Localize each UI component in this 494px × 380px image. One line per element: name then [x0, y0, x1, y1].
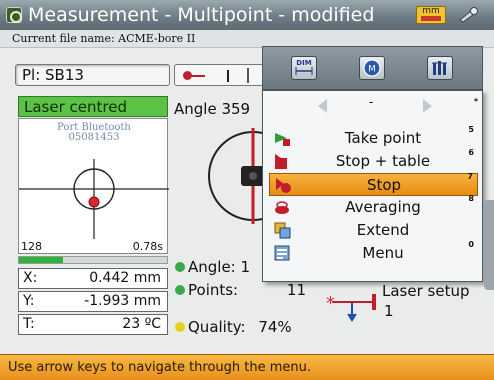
readout-label: Y: — [23, 293, 35, 309]
stop-icon — [276, 178, 291, 193]
laser-setup-value: 1 — [384, 302, 394, 320]
menu-item-key: 5 — [468, 125, 474, 134]
units-mm-icon[interactable]: mm — [416, 6, 446, 24]
side-panel-handle[interactable] — [484, 200, 494, 290]
signal-progress-bar — [18, 256, 168, 264]
menu-item-take-point[interactable]: Take point 5 — [269, 125, 478, 150]
take-point-icon — [275, 133, 290, 146]
sensor-indicator — [174, 64, 264, 86]
menu-item-label: Stop + table — [335, 152, 431, 170]
laser-status-text: Laser centred — [24, 98, 127, 116]
window-title: Measurement - Multipoint - modified — [28, 4, 375, 26]
tab-m[interactable]: M — [359, 56, 385, 80]
menu-item-key: 0 — [468, 240, 474, 249]
menu-nav-label: - — [369, 95, 374, 109]
context-menu: - * Take point 5 Stop + table 6 Stop 7 A… — [262, 90, 483, 282]
status-message: Use arrow keys to navigate through the m… — [8, 360, 312, 375]
readout-value: 0.442 mm — [89, 270, 161, 286]
menu-item-extend[interactable]: Extend — [269, 219, 478, 242]
menu-item-label: Extend — [356, 221, 410, 239]
angle-label: Angle: — [188, 258, 236, 276]
readout-x: X: 0.442 mm — [18, 268, 168, 289]
averaging-icon — [275, 201, 289, 214]
measure-quality: Quality: 74% — [175, 318, 292, 336]
arrow-right-icon[interactable] — [423, 99, 432, 113]
target-scale-right: 0.78s — [132, 240, 163, 253]
extend-icon — [274, 222, 291, 239]
menu-item-menu[interactable]: Menu 0 — [269, 240, 478, 265]
menu-item-label: Take point — [344, 129, 422, 147]
laser-setup-label: Laser setup — [382, 282, 470, 300]
app-icon — [6, 7, 22, 23]
status-dot-icon — [175, 285, 185, 295]
measure-points: Points: 11 — [175, 281, 306, 299]
svg-text:M: M — [368, 65, 376, 75]
equipment-icon — [432, 61, 447, 75]
menu-item-key: 6 — [468, 148, 474, 157]
menu-tab-bar: DIM M — [262, 46, 483, 90]
angle-value: 1 — [240, 258, 251, 276]
menu-item-label: Stop — [366, 176, 402, 194]
readout-label: X: — [23, 270, 38, 286]
readout-value: -1.993 mm — [84, 293, 161, 309]
menu-item-averaging[interactable]: Averaging 8 — [269, 194, 478, 219]
quality-value: 74% — [258, 318, 292, 336]
tools-icon[interactable] — [458, 7, 480, 23]
angle-header: Angle 359 — [174, 100, 251, 118]
arrow-left-icon[interactable] — [318, 99, 327, 113]
tab-dim[interactable]: DIM — [291, 56, 317, 80]
unit-label: mm — [422, 6, 440, 16]
status-bar: Use arrow keys to navigate through the m… — [0, 354, 494, 380]
readout-value: 23 ºC — [122, 316, 161, 332]
plane-selector[interactable]: Pl: SB13 — [15, 64, 170, 86]
plane-label: Pl: SB13 — [22, 66, 84, 84]
title-bar: Measurement - Multipoint - modified mm — [0, 0, 494, 30]
menu-item-stop-table[interactable]: Stop + table 6 — [269, 148, 478, 173]
menu-item-key: 7 — [467, 172, 473, 181]
measure-angle: Angle: 1 — [175, 258, 250, 276]
laser-setup-icon: * — [326, 293, 376, 322]
readout-temperature: T: 23 ºC — [18, 314, 168, 335]
menu-icon — [274, 245, 290, 261]
current-file-label: Current file name: ACME-bore II — [12, 32, 196, 45]
svg-text:*: * — [326, 293, 335, 314]
menu-item-label: Menu — [362, 244, 404, 262]
menu-nav-key: * — [473, 97, 478, 106]
menu-item-label: Averaging — [345, 198, 421, 216]
points-label: Points: — [188, 281, 239, 299]
menu-nav: - * — [263, 95, 484, 113]
target-display: Port Bluetooth 05081453 128 0.78s — [18, 118, 169, 254]
menu-item-key: 8 — [468, 194, 474, 203]
target-scale-left: 128 — [21, 240, 42, 253]
status-dot-icon — [175, 322, 185, 332]
laser-status-badge: Laser centred — [18, 96, 168, 117]
stop-table-icon — [275, 154, 287, 169]
quality-label: Quality: — [188, 318, 246, 336]
tab-equipment[interactable] — [427, 56, 453, 80]
points-value: 11 — [286, 281, 306, 299]
readout-y: Y: -1.993 mm — [18, 291, 168, 312]
readout-label: T: — [23, 316, 35, 332]
laser-setup[interactable]: * Laser setup 1 — [322, 282, 492, 330]
laser-dot-icon — [183, 71, 192, 80]
progress-fill — [19, 257, 64, 263]
status-dot-icon — [175, 262, 185, 272]
menu-item-stop[interactable]: Stop 7 — [269, 172, 478, 196]
